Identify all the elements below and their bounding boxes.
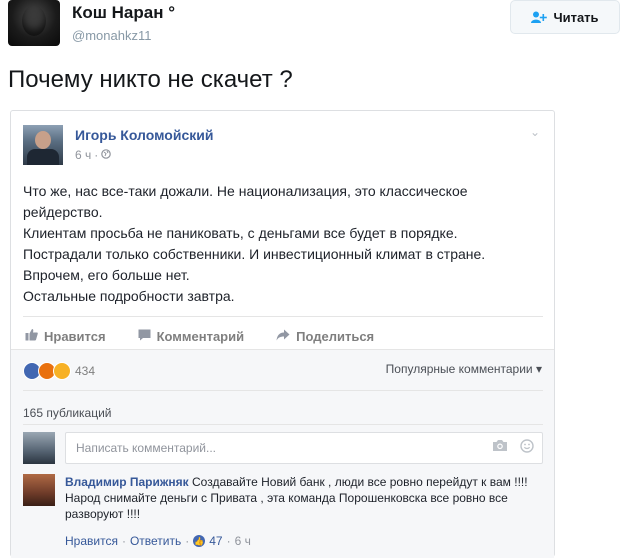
current-user-avatar: [23, 432, 55, 464]
comment-time[interactable]: 6 ч: [235, 534, 251, 548]
reactions-count: 434: [75, 364, 96, 378]
like-bubble-icon: 👍: [193, 535, 206, 547]
speech-bubble-icon: [138, 329, 151, 344]
follow-button[interactable]: Читать: [510, 0, 620, 34]
post-line: Пострадали только собственники. И инвест…: [23, 246, 486, 262]
post-line: рейдерство.: [23, 204, 103, 220]
like-button[interactable]: Нравится: [23, 325, 106, 347]
chevron-down-icon[interactable]: ⌄: [530, 125, 540, 139]
comment-like-link[interactable]: Нравится: [65, 534, 118, 548]
share-arrow-icon: [276, 329, 290, 344]
divider: [23, 390, 543, 391]
follow-user-icon: [531, 11, 548, 24]
facebook-post-card: Игорь Коломойский 6 ч · ⌄ Что же, нас вс…: [10, 110, 555, 558]
divider: [23, 316, 543, 317]
commenter-avatar[interactable]: [23, 474, 55, 506]
sort-label: Популярные комментарии: [385, 362, 533, 376]
comments-section: 434 Популярные комментарии ▾ 165 публика…: [11, 349, 554, 558]
post-author-avatar[interactable]: [23, 125, 63, 165]
post-line: Клиентам просьба не паниковать, с деньга…: [23, 225, 458, 241]
like-label: Нравится: [44, 328, 106, 344]
reactions-summary[interactable]: 434: [23, 362, 95, 380]
caret-down-icon: ▾: [535, 362, 542, 376]
tweet-header: Кош Наран ° @monahkz11 Читать: [0, 0, 627, 60]
post-timestamp[interactable]: 6 ч ·: [75, 148, 112, 162]
post-body: Что же, нас все-таки дожали. Не национал…: [23, 181, 543, 307]
comment-reply-link[interactable]: Ответить: [130, 534, 181, 548]
post-action-bar: Нравится Комментарий Поделиться: [23, 325, 543, 347]
divider: [23, 424, 543, 425]
follow-button-label: Читать: [553, 9, 599, 25]
post-line: Впрочем, его больше нет.: [23, 267, 190, 283]
comment-sort-dropdown[interactable]: Популярные комментарии ▾: [386, 362, 542, 376]
share-label: Поделиться: [296, 328, 375, 344]
tweet-author-name[interactable]: Кош Наран °: [72, 3, 175, 23]
thumbs-up-icon: [25, 328, 38, 344]
post-line: Остальные подробности завтра.: [23, 288, 235, 304]
post-author-name[interactable]: Игорь Коломойский: [75, 127, 213, 143]
dot-separator: ·: [94, 148, 99, 162]
comment-input[interactable]: Написать комментарий...: [65, 432, 543, 464]
sad-reaction-icon: [53, 362, 71, 380]
post-line: Что же, нас все-таки дожали. Не национал…: [23, 183, 468, 199]
emoji-icon[interactable]: [520, 439, 534, 456]
comment-body: Владимир Парижняк Создавайте Новий банк …: [65, 474, 535, 522]
post-time-label: 6 ч: [75, 148, 92, 162]
tweet-author-handle[interactable]: @monahkz11: [72, 28, 151, 43]
share-button[interactable]: Поделиться: [274, 325, 374, 347]
camera-icon[interactable]: [492, 439, 508, 456]
tweet-text: Почему никто не скачет ?: [8, 66, 293, 93]
comment-label: Комментарий: [156, 328, 245, 344]
comment-button[interactable]: Комментарий: [136, 325, 245, 347]
comment-likes-count[interactable]: 47: [209, 534, 222, 548]
globe-icon: [101, 148, 112, 162]
publications-count[interactable]: 165 публикаций: [23, 406, 112, 420]
commenter-name[interactable]: Владимир Парижняк: [65, 475, 189, 489]
comment-meta: Нравится · Ответить · 👍 47 · 6 ч: [65, 534, 251, 548]
reaction-icons: [23, 362, 71, 380]
comment-placeholder: Написать комментарий...: [76, 441, 217, 455]
tweet-author-avatar[interactable]: [8, 0, 60, 46]
